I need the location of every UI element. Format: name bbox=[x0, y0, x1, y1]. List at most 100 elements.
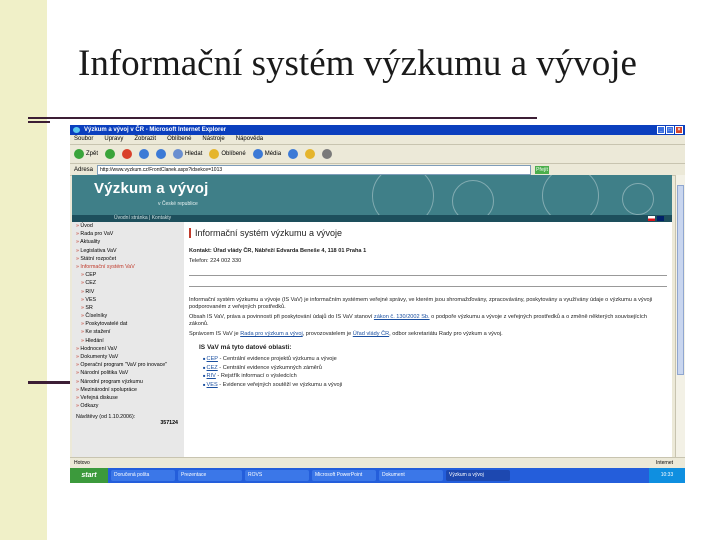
visit-counter: Návštěvy (od 1.10.2006): 357124 bbox=[72, 414, 184, 426]
data-area-description: - Centrální evidence projektů výzkumu a … bbox=[219, 356, 337, 362]
sidebar-nav-item[interactable]: Rada pro VaV bbox=[72, 230, 184, 238]
sidebar-nav-item[interactable]: Úvod bbox=[72, 222, 184, 230]
sidebar-nav-item[interactable]: Dokumenty VaV bbox=[72, 353, 184, 361]
sidebar-nav-item[interactable]: Aktuality bbox=[72, 238, 184, 246]
taskbar-item[interactable]: Microsoft PowerPoint bbox=[312, 470, 376, 481]
english-flag-icon[interactable] bbox=[657, 216, 664, 221]
favorites-icon bbox=[209, 149, 220, 159]
divider bbox=[189, 275, 667, 276]
data-areas-heading: IS VaV má tyto datové oblasti: bbox=[199, 344, 292, 351]
data-area-link[interactable]: CEZ bbox=[207, 365, 218, 371]
toolbar-button[interactable] bbox=[322, 149, 333, 159]
close-button[interactable]: × bbox=[675, 126, 683, 134]
sidebar-nav-item[interactable]: Mezinárodní spolupráce bbox=[72, 386, 184, 394]
sidebar-nav-item[interactable]: Národní politika VaV bbox=[72, 369, 184, 377]
data-area-link[interactable]: CEP bbox=[207, 356, 218, 362]
search-icon bbox=[173, 149, 184, 159]
data-area-link[interactable]: VES bbox=[207, 382, 218, 388]
home-icon bbox=[156, 149, 167, 159]
toolbar-button[interactable] bbox=[156, 149, 167, 159]
browser-toolbar: Zpět Hledat Oblíbené Média bbox=[70, 145, 685, 164]
toolbar-button[interactable]: Zpět bbox=[74, 149, 98, 159]
contact-line: Kontakt: Úřad vlády ČR, Nábřeží Edvarda … bbox=[189, 248, 367, 254]
sidebar-nav-item[interactable]: Informační systém VaV bbox=[72, 263, 184, 271]
toolbar-button-label: Zpět bbox=[86, 151, 99, 157]
internet-explorer-icon bbox=[73, 127, 80, 133]
window-title: Výzkum a vývoj v ČR - Microsoft Internet… bbox=[84, 127, 227, 133]
sidebar-nav-item[interactable]: Státní rozpočet bbox=[72, 255, 184, 263]
sidebar-nav-item[interactable]: Veřejná diskuse bbox=[72, 394, 184, 402]
menu-item[interactable]: Soubor bbox=[74, 135, 93, 144]
menu-item[interactable]: Nástroje bbox=[202, 135, 224, 144]
data-area-link[interactable]: RIV bbox=[207, 373, 216, 379]
taskbar-item[interactable]: Výzkum a vývoj bbox=[446, 470, 510, 481]
minimize-button[interactable]: _ bbox=[657, 126, 665, 134]
taskbar-item[interactable]: Doručená pošta bbox=[111, 470, 175, 481]
status-bar: Hotovo Internet bbox=[70, 457, 685, 467]
menu-item[interactable]: Oblíbené bbox=[167, 135, 191, 144]
toolbar-button[interactable]: Hledat bbox=[173, 149, 202, 159]
sidebar-nav-item[interactable]: Hodnocení VaV bbox=[72, 345, 184, 353]
page-content: Informační systém výzkumu a vývoje Konta… bbox=[189, 222, 667, 457]
vertical-scrollbar[interactable] bbox=[675, 175, 685, 457]
refresh-icon bbox=[139, 149, 150, 159]
intro-paragraph: Informační systém výzkumu a vývoje (IS V… bbox=[189, 297, 653, 310]
taskbar-item[interactable]: ROVS bbox=[245, 470, 309, 481]
menu-item[interactable]: Zobrazit bbox=[134, 135, 156, 144]
address-label: Adresa bbox=[74, 166, 94, 173]
taskbar-item[interactable]: Prezentace bbox=[178, 470, 242, 481]
go-button[interactable]: Přejít bbox=[535, 165, 550, 174]
toolbar-button-label: Hledat bbox=[185, 151, 203, 157]
maximize-button[interactable]: □ bbox=[666, 126, 674, 134]
council-link[interactable]: Rada pro výzkum a vývoj bbox=[240, 331, 303, 337]
sidebar-nav-item[interactable]: Číselníky bbox=[72, 312, 184, 320]
back-icon bbox=[74, 149, 84, 159]
page-viewport: Výzkum a vývoj v České republice Úvodní … bbox=[72, 175, 672, 457]
toolbar-button[interactable] bbox=[122, 149, 133, 159]
sidebar-nav-item[interactable]: RIV bbox=[72, 288, 184, 296]
czech-flag-icon[interactable] bbox=[648, 216, 655, 221]
toolbar-button[interactable] bbox=[288, 149, 299, 159]
toolbar-button[interactable]: Oblíbené bbox=[209, 149, 246, 159]
site-subnav: Úvodní stránka | Kontakty bbox=[72, 215, 672, 222]
banner-molecule-graphic bbox=[622, 183, 654, 215]
toolbar-button[interactable] bbox=[105, 149, 116, 159]
divider bbox=[189, 286, 667, 287]
sidebar-nav-item[interactable]: Národní program výzkumu bbox=[72, 378, 184, 386]
phone-line: Telefon: 224 002 330 bbox=[189, 258, 242, 264]
sidebar-nav-item[interactable]: SR bbox=[72, 304, 184, 312]
sidebar-nav-item[interactable]: CEP bbox=[72, 271, 184, 279]
sidebar-nav-item[interactable]: CEZ bbox=[72, 279, 184, 287]
side-rule bbox=[28, 381, 70, 384]
menu-item[interactable]: Nápověda bbox=[236, 135, 263, 144]
sidebar-nav-item[interactable]: Hledání bbox=[72, 337, 184, 345]
toolbar-button[interactable]: Média bbox=[252, 149, 281, 159]
address-input[interactable]: http://www.vyzkum.cz/FrontClanek.aspx?id… bbox=[97, 164, 532, 175]
scrollbar-thumb[interactable] bbox=[677, 185, 684, 375]
banner-molecule-graphic bbox=[372, 175, 434, 215]
data-area-item: RIV - Rejstřík informací o výsledcích bbox=[189, 372, 667, 381]
site-title: Výzkum a vývoj bbox=[94, 180, 209, 197]
data-area-item: CEP - Centrální evidence projektů výzkum… bbox=[189, 355, 667, 364]
admin-text: Správcem IS VaV je bbox=[189, 331, 239, 337]
toolbar-button[interactable] bbox=[305, 149, 316, 159]
page-heading: Informační systém výzkumu a vývoje bbox=[189, 228, 667, 238]
sidebar-nav-item[interactable]: Operační program "VaV pro inovace" bbox=[72, 361, 184, 369]
taskbar-item[interactable]: Dokument bbox=[379, 470, 443, 481]
media-icon bbox=[252, 149, 263, 159]
sidebar-nav-item[interactable]: Ke stažení bbox=[72, 328, 184, 336]
banner-molecule-graphic bbox=[542, 175, 599, 215]
subnav-links[interactable]: Úvodní stránka | Kontakty bbox=[114, 215, 171, 221]
menu-item[interactable]: Úpravy bbox=[104, 135, 123, 144]
sidebar-nav-item[interactable]: Poskytovatelé dat bbox=[72, 320, 184, 328]
law-link[interactable]: zákon č. 130/2002 Sb. bbox=[374, 314, 430, 320]
sidebar-nav-item[interactable]: Legislativa VaV bbox=[72, 247, 184, 255]
mail-icon bbox=[305, 149, 316, 159]
toolbar-button[interactable] bbox=[139, 149, 150, 159]
stop-icon bbox=[122, 149, 133, 159]
forward-icon bbox=[105, 149, 116, 159]
start-button[interactable]: start bbox=[70, 468, 108, 483]
sidebar-nav-item[interactable]: Odkazy bbox=[72, 402, 184, 410]
sidebar-nav-item[interactable]: VES bbox=[72, 296, 184, 304]
government-office-link[interactable]: Úřad vlády ČR bbox=[353, 331, 389, 337]
